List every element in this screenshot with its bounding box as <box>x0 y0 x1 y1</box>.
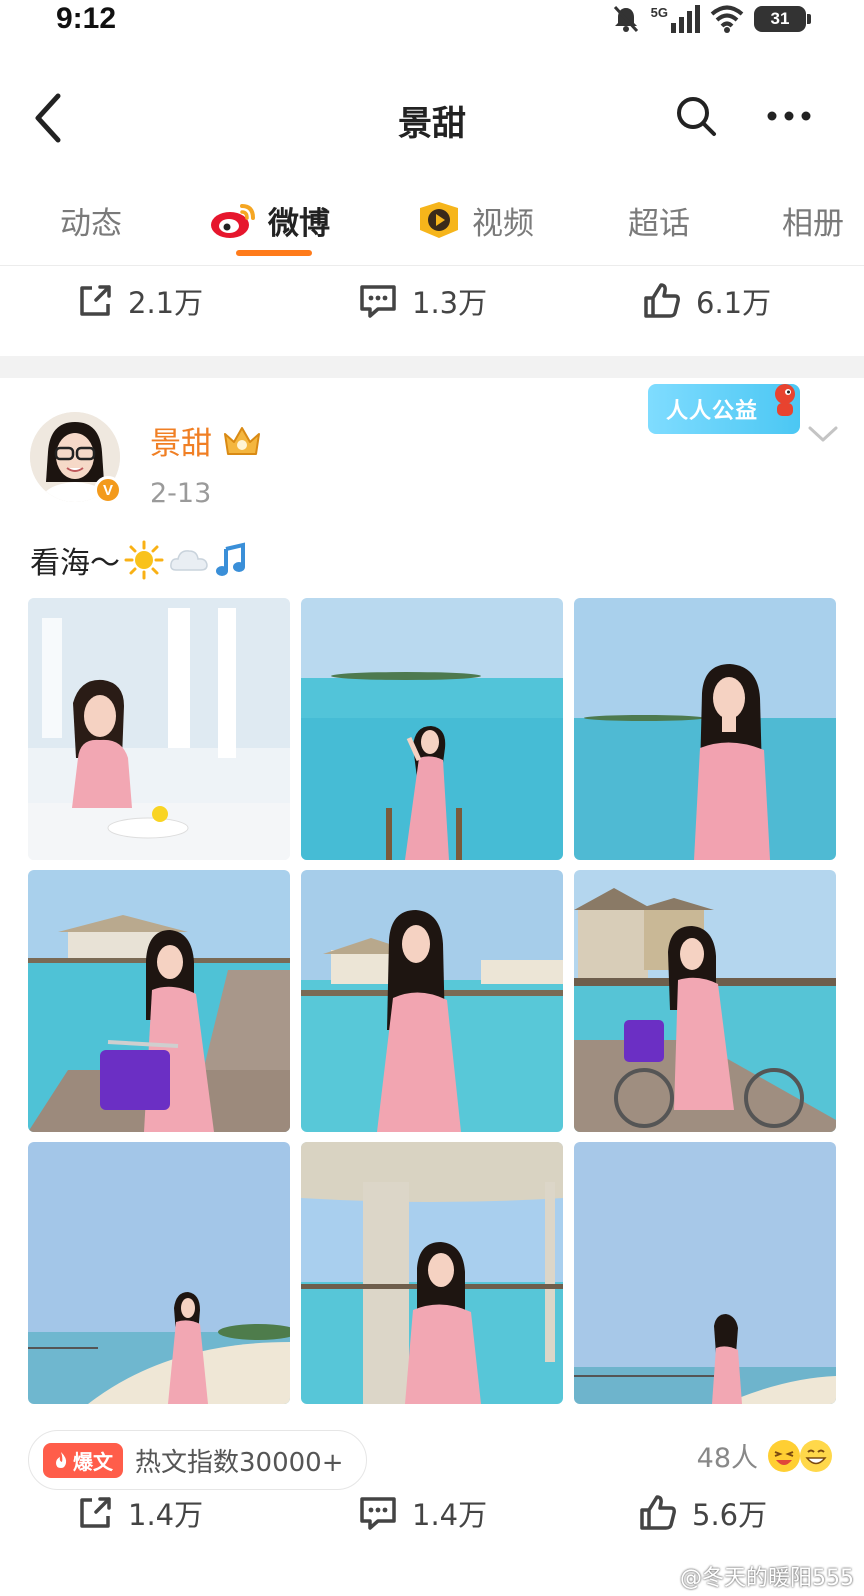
comment-count: 1.4万 <box>412 1498 488 1532</box>
hot-badge: 爆文 <box>43 1442 123 1478</box>
verified-badge: V <box>94 476 122 504</box>
nav-bar: 景甜 <box>0 68 864 168</box>
weibo-logo-icon <box>211 204 255 238</box>
tab-album[interactable]: 相册 <box>782 196 844 244</box>
chevron-down-icon[interactable] <box>806 422 840 446</box>
grinning-emoji-icon <box>800 1439 832 1472</box>
hot-badge-label: 爆文 <box>73 1449 113 1474</box>
weibo-watermark-icon <box>646 1567 673 1587</box>
post-photo-7[interactable] <box>28 1142 290 1404</box>
watermark-text: @冬天的暖阳555 <box>680 1566 854 1591</box>
comment-button[interactable]: 1.3万 <box>358 276 487 326</box>
repost-button[interactable]: 2.1万 <box>76 276 203 326</box>
comment-icon <box>360 1497 396 1530</box>
post-photo-3[interactable] <box>574 598 836 860</box>
battery-level: 31 <box>770 9 790 28</box>
photo-image <box>301 1142 563 1404</box>
wifi-icon <box>710 5 744 33</box>
photo-image <box>28 1142 290 1404</box>
search-icon[interactable] <box>672 92 720 140</box>
author-name: 景甜 <box>150 426 212 462</box>
bell-muted-icon <box>613 5 638 33</box>
post-photo-5[interactable] <box>301 870 563 1132</box>
post-photo-4[interactable] <box>28 870 290 1132</box>
status-icons: 5G 31 <box>611 4 811 34</box>
like-button[interactable]: 6.1万 <box>642 276 771 326</box>
charity-label: 人人公益 <box>665 399 758 424</box>
tab-label: 微博 <box>268 205 330 242</box>
post-photo-9[interactable] <box>574 1142 836 1404</box>
photo-grid <box>28 598 836 1406</box>
comment-button[interactable]: 1.4万 <box>358 1488 487 1538</box>
repost-count: 1.4万 <box>128 1498 204 1532</box>
post-photo-6[interactable] <box>574 870 836 1132</box>
network-label: 5G <box>650 4 668 20</box>
cloud-emoji-icon <box>170 550 208 571</box>
repost-count: 2.1万 <box>128 286 204 320</box>
photo-image <box>574 598 836 860</box>
more-options-icon[interactable] <box>762 92 816 140</box>
post-text: 看海～ <box>30 538 248 582</box>
post-text-content: 看海～ <box>30 546 120 581</box>
reaction-count: 48人 <box>696 1443 758 1474</box>
profile-tabs: 动态 微博 视频 超话 相册 <box>0 180 864 266</box>
laughing-emoji-icon <box>768 1439 800 1472</box>
tab-super-topic[interactable]: 超话 <box>628 196 690 244</box>
battery-icon: 31 <box>754 6 811 32</box>
feed-divider <box>0 356 864 378</box>
thumbs-up-icon <box>644 283 680 318</box>
hot-index-text: 热文指数30000+ <box>135 1447 344 1478</box>
tab-dynamic[interactable]: 动态 <box>60 196 122 244</box>
photo-image <box>574 1142 836 1404</box>
photo-image <box>28 870 290 1132</box>
tab-label: 相册 <box>782 205 844 242</box>
photo-image <box>301 598 563 860</box>
post-date: 2-13 <box>150 478 212 509</box>
like-count: 6.1万 <box>696 286 772 320</box>
tab-label: 超话 <box>628 205 690 242</box>
tab-video[interactable]: 视频 <box>416 196 534 244</box>
like-count: 5.6万 <box>692 1498 768 1532</box>
repost-icon <box>80 285 111 316</box>
comment-icon <box>360 285 396 318</box>
active-tab-indicator <box>236 250 312 256</box>
charity-mascot-icon <box>775 384 795 416</box>
repost-icon <box>80 1497 111 1528</box>
sun-emoji-icon <box>124 540 164 580</box>
photo-image <box>574 870 836 1132</box>
tab-weibo[interactable]: 微博 <box>208 196 330 244</box>
fire-icon <box>56 1452 67 1468</box>
post-photo-8[interactable] <box>301 1142 563 1404</box>
watermark: @冬天的暖阳555 <box>646 1560 854 1592</box>
photo-image <box>301 870 563 1132</box>
comment-count: 1.3万 <box>412 286 488 320</box>
prev-post-actions: 2.1万 1.3万 6.1万 <box>0 266 864 336</box>
vip-crown-icon <box>224 426 260 455</box>
post-author[interactable]: 景甜 <box>150 418 262 463</box>
reactions[interactable]: 48人 <box>697 1436 834 1475</box>
post-actions: 1.4万 1.4万 5.6万 <box>0 1478 864 1548</box>
like-button[interactable]: 5.6万 <box>638 1488 767 1538</box>
photo-image <box>28 598 290 860</box>
status-time: 9:12 <box>56 2 117 35</box>
video-icon <box>420 202 458 238</box>
tab-label: 动态 <box>60 205 122 242</box>
tab-label: 视频 <box>472 205 534 242</box>
signal-icon <box>671 5 700 33</box>
music-note-emoji-icon <box>216 542 245 576</box>
post-photo-1[interactable] <box>28 598 290 860</box>
repost-button[interactable]: 1.4万 <box>76 1488 203 1538</box>
post-photo-2[interactable] <box>301 598 563 860</box>
thumbs-up-icon <box>640 1495 676 1530</box>
status-bar: 9:12 5G 31 <box>0 0 864 44</box>
page-title: 景甜 <box>398 104 466 144</box>
